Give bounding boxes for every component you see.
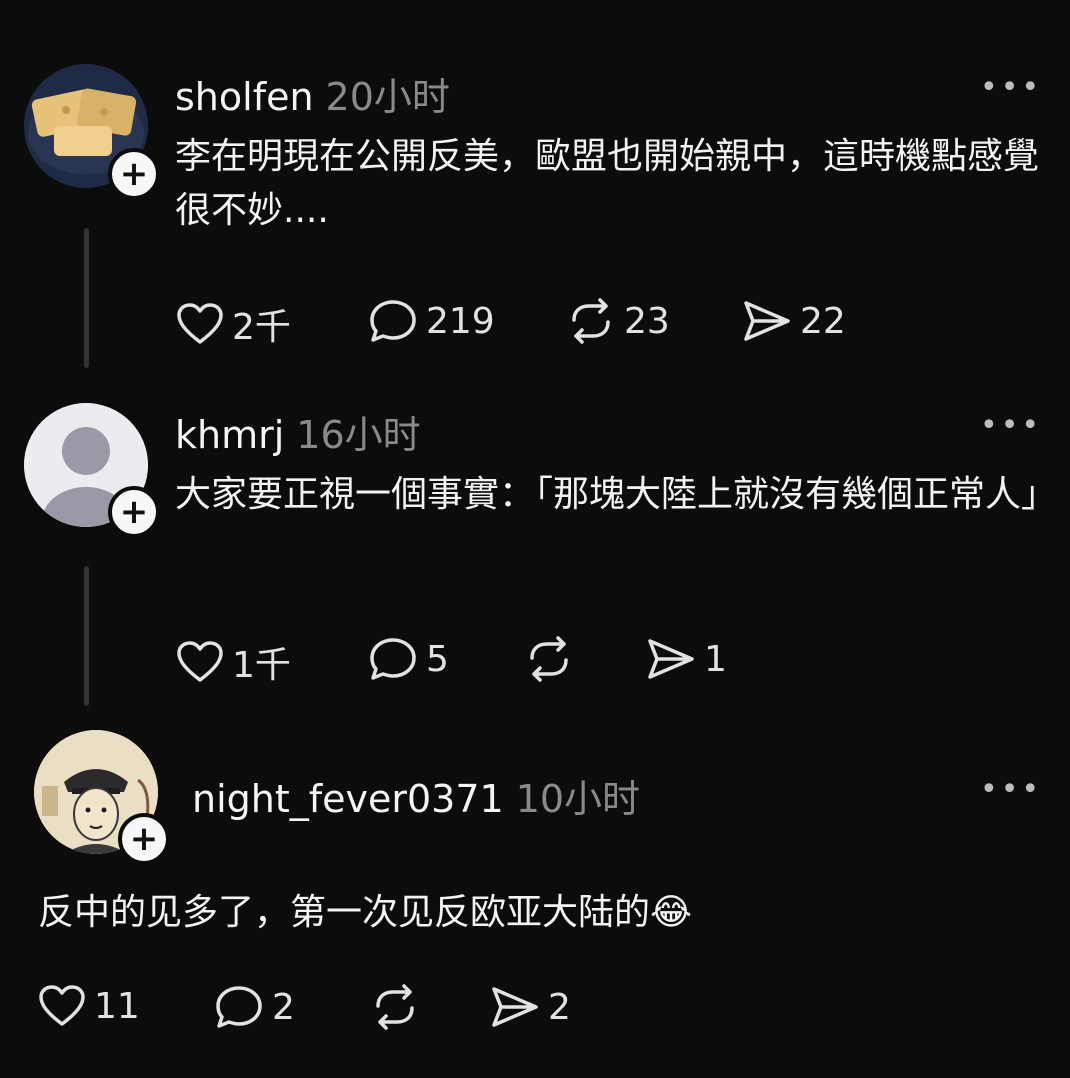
reply-button[interactable]: 219 (368, 298, 495, 344)
send-paper-plane-icon (648, 639, 694, 679)
repost-button[interactable] (370, 984, 428, 1030)
comment-bubble-icon (370, 300, 416, 342)
send-paper-plane-icon (492, 987, 538, 1027)
like-count: 1千 (232, 645, 291, 686)
username[interactable]: night_fever0371 (192, 777, 504, 821)
thread-line (84, 228, 89, 368)
follow-plus-icon[interactable]: + (118, 813, 170, 865)
reply-button[interactable]: 5 (368, 636, 449, 682)
like-button[interactable]: 2千 (176, 298, 291, 350)
send-paper-plane-icon (744, 301, 790, 341)
post-text: 反中的见多了，第一次见反欧亚大陆的😂 (38, 892, 693, 933)
more-options-icon[interactable]: ••• (980, 408, 1042, 443)
reply-count: 5 (426, 638, 449, 680)
share-count: 2 (548, 986, 571, 1028)
share-count: 1 (704, 638, 727, 680)
repost-arrows-icon (572, 298, 610, 344)
like-count: 11 (94, 985, 140, 1027)
reply-count: 219 (426, 300, 495, 342)
repost-arrows-icon (376, 984, 414, 1030)
follow-plus-icon[interactable]: + (108, 148, 160, 200)
username-line: night_fever0371 10小时 (192, 768, 640, 823)
share-button[interactable]: 2 (490, 984, 571, 1030)
more-options-icon[interactable]: ••• (980, 772, 1042, 807)
heart-icon (39, 985, 85, 1026)
heart-icon (177, 641, 223, 682)
username[interactable]: khmrj (175, 413, 284, 457)
comment-bubble-icon (216, 986, 262, 1028)
repost-button[interactable]: 23 (566, 298, 670, 344)
reply-button[interactable]: 2 (214, 984, 295, 1030)
post-text: 李在明現在公開反美，歐盟也開始親中，這時機點感覺很不妙.... (175, 136, 1040, 231)
repost-button[interactable] (524, 636, 582, 682)
like-button[interactable]: 1千 (176, 636, 291, 688)
username-line: sholfen 20小时 (175, 66, 450, 121)
timestamp: 10小时 (515, 777, 641, 821)
username-line: khmrj 16小时 (175, 404, 421, 459)
heart-icon (177, 303, 223, 344)
share-button[interactable]: 1 (646, 636, 727, 682)
more-options-icon[interactable]: ••• (980, 70, 1042, 105)
comment-bubble-icon (370, 638, 416, 680)
thread-line (84, 566, 89, 706)
timestamp: 16小时 (296, 413, 421, 457)
share-button[interactable]: 22 (742, 298, 846, 344)
username[interactable]: sholfen (175, 75, 314, 119)
share-count: 22 (800, 300, 846, 342)
post-text: 大家要正視一個事實：「那塊大陸上就沒有幾個正常人」 (175, 474, 1058, 515)
like-button[interactable]: 11 (38, 984, 140, 1028)
reply-count: 2 (272, 986, 295, 1028)
timestamp: 20小时 (325, 75, 450, 119)
repost-count: 23 (624, 300, 670, 342)
repost-arrows-icon (530, 636, 568, 682)
follow-plus-icon[interactable]: + (108, 486, 160, 538)
like-count: 2千 (232, 307, 291, 348)
